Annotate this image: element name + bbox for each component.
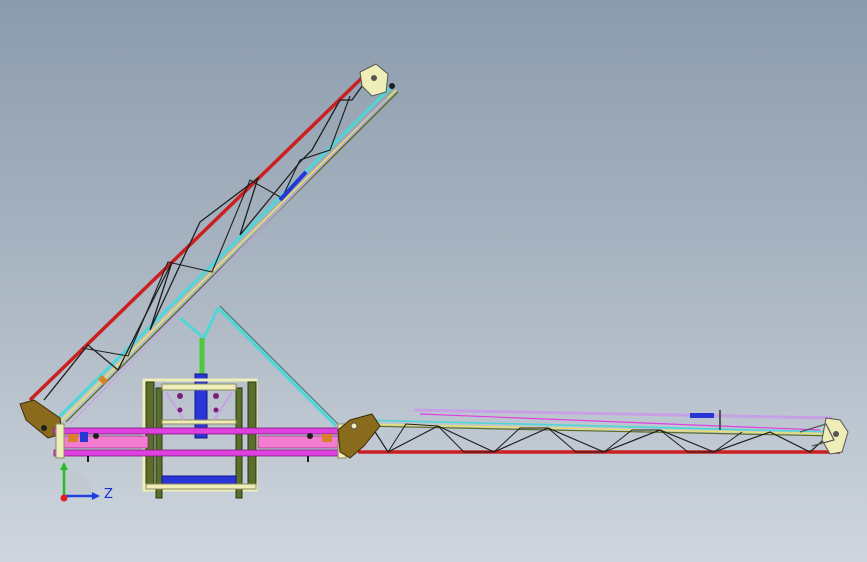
orientation-triad[interactable]: Z <box>40 460 120 510</box>
a-frame-left-brace <box>179 307 220 341</box>
inclined-boom-inner-chord-1 <box>56 84 394 420</box>
boom-head-fitting <box>359 63 395 97</box>
inclined-boom[interactable] <box>19 63 399 439</box>
truss-boom-model[interactable] <box>0 0 867 562</box>
inclined-boom-inner-chord-2 <box>61 89 397 421</box>
a-frame[interactable] <box>179 305 339 439</box>
inclined-boom-lattice <box>43 77 369 401</box>
x-axis-point <box>60 494 68 502</box>
inclined-boom-lattice-2 <box>81 95 351 357</box>
inclined-boom-top-chord <box>28 70 370 402</box>
inclined-boom-inner-chord-4 <box>69 97 389 425</box>
inclined-boom-inner-chord-3 <box>65 91 399 423</box>
horizontal-boom-end-fitting <box>799 417 849 455</box>
base-rails[interactable] <box>53 423 347 462</box>
horizontal-boom-actuator <box>690 413 714 418</box>
triad-shadow <box>64 469 93 496</box>
horizontal-boom[interactable] <box>337 408 849 459</box>
cad-viewport[interactable]: Z <box>0 0 867 562</box>
z-axis-label: Z <box>104 487 113 502</box>
